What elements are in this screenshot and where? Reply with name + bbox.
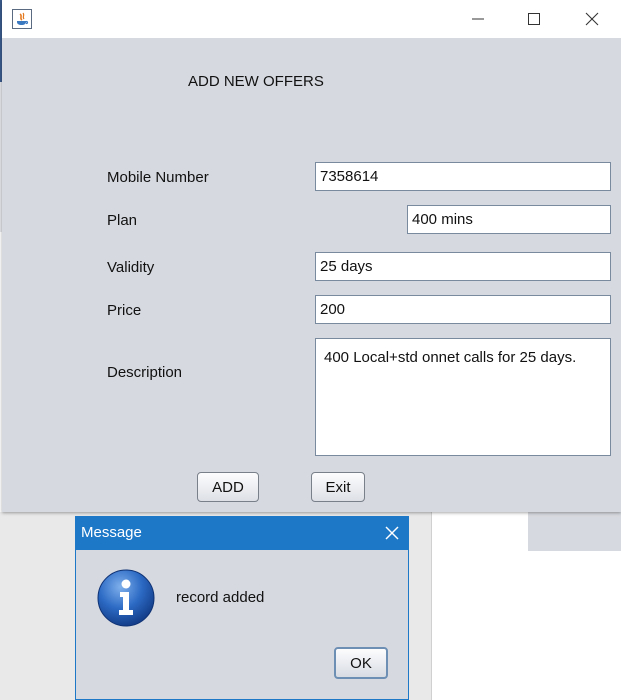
minimize-icon[interactable] — [450, 0, 506, 38]
validity-label: Validity — [107, 259, 155, 276]
dialog-titlebar[interactable]: Message — [75, 516, 409, 550]
description-label: Description — [107, 364, 183, 381]
mobile-number-field[interactable]: 7358614 — [315, 162, 611, 191]
price-label: Price — [107, 302, 142, 319]
form-heading: ADD NEW OFFERS — [188, 73, 324, 90]
plan-field[interactable]: 400 mins — [407, 205, 611, 234]
plan-label: Plan — [107, 212, 138, 229]
background-divider — [431, 512, 432, 700]
dialog-message: record added — [176, 589, 265, 606]
message-dialog: Message record added OK — [75, 516, 409, 700]
maximize-icon[interactable] — [506, 0, 562, 38]
mobile-number-label: Mobile Number — [107, 169, 209, 186]
dialog-title: Message — [81, 524, 142, 541]
info-icon — [96, 568, 156, 628]
exit-button[interactable]: Exit — [311, 472, 365, 502]
price-field[interactable]: 200 — [315, 295, 611, 324]
close-icon[interactable] — [564, 0, 620, 38]
validity-field[interactable]: 25 days — [315, 252, 611, 281]
close-icon[interactable] — [375, 516, 409, 550]
description-textarea[interactable]: 400 Local+std onnet calls for 25 days. — [315, 338, 611, 456]
background-panel-right — [528, 512, 621, 551]
add-button[interactable]: ADD — [197, 472, 259, 502]
ok-button[interactable]: OK — [334, 647, 388, 679]
java-app-icon — [12, 9, 32, 29]
add-offers-window: ADD NEW OFFERS Mobile Number 7358614 Pla… — [2, 0, 621, 512]
window-titlebar[interactable] — [2, 0, 621, 38]
